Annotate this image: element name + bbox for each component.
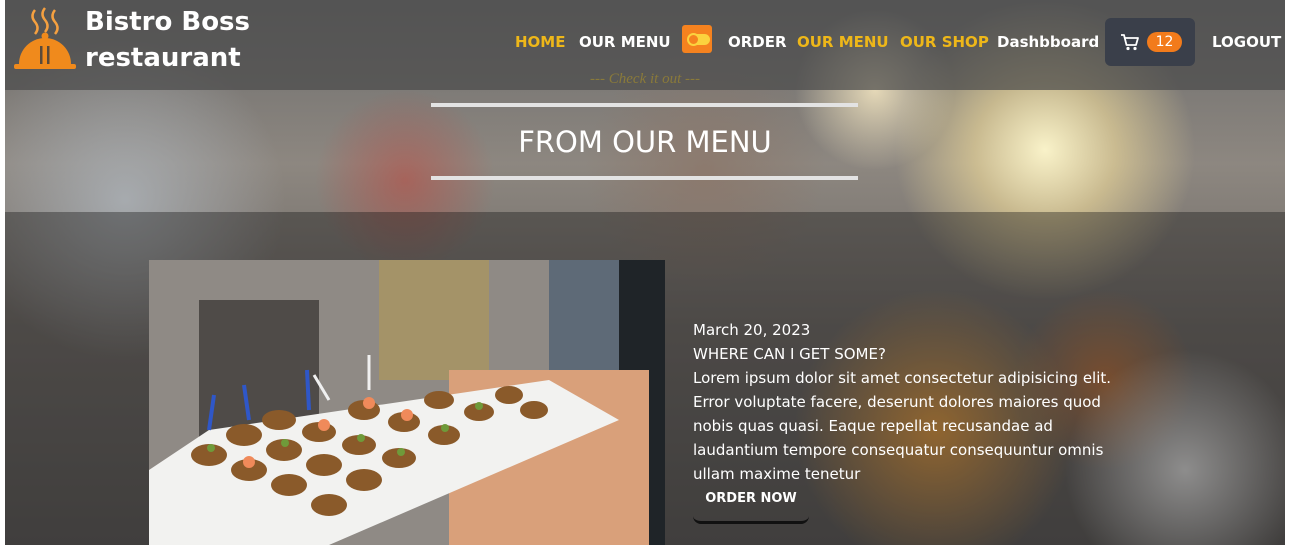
featured-description: Lorem ipsum dolor sit amet consectetur a…	[693, 369, 1112, 483]
theme-toggle[interactable]	[682, 25, 712, 53]
featured-heading: WHERE CAN I GET SOME?	[693, 345, 886, 363]
divider-top	[431, 103, 858, 107]
divider-bottom	[431, 176, 858, 180]
toggle-knob	[687, 33, 700, 46]
cart-count-badge: 12	[1147, 32, 1182, 52]
cart-button[interactable]: 12	[1105, 18, 1195, 66]
featured-text: March 20, 2023 WHERE CAN I GET SOME? Lor…	[693, 318, 1133, 486]
nav-our-shop[interactable]: OUR SHOP	[900, 33, 989, 51]
cloche-icon	[14, 7, 76, 69]
nav-our-menu-secondary[interactable]: OUR MENU	[797, 33, 889, 51]
section-title: FROM OUR MENU	[518, 125, 772, 159]
brand-line-1: Bistro Boss	[85, 7, 251, 37]
cart-icon	[1121, 34, 1139, 51]
order-now-button[interactable]: ORDER NOW	[693, 483, 809, 524]
section-subheading: --- Check it out ---	[590, 71, 700, 87]
nav-our-menu[interactable]: OUR MENU	[579, 33, 671, 51]
brand-name[interactable]: Bistro Boss restaurant	[85, 4, 250, 76]
nav-order[interactable]: ORDER	[728, 33, 787, 51]
featured-date: March 20, 2023	[693, 321, 811, 339]
nav-home[interactable]: HOME	[515, 33, 565, 51]
nav-dashboard[interactable]: Dashbboard	[997, 33, 1099, 51]
featured-food-image	[149, 260, 665, 545]
nav-logout[interactable]: LOGOUT	[1212, 33, 1281, 51]
